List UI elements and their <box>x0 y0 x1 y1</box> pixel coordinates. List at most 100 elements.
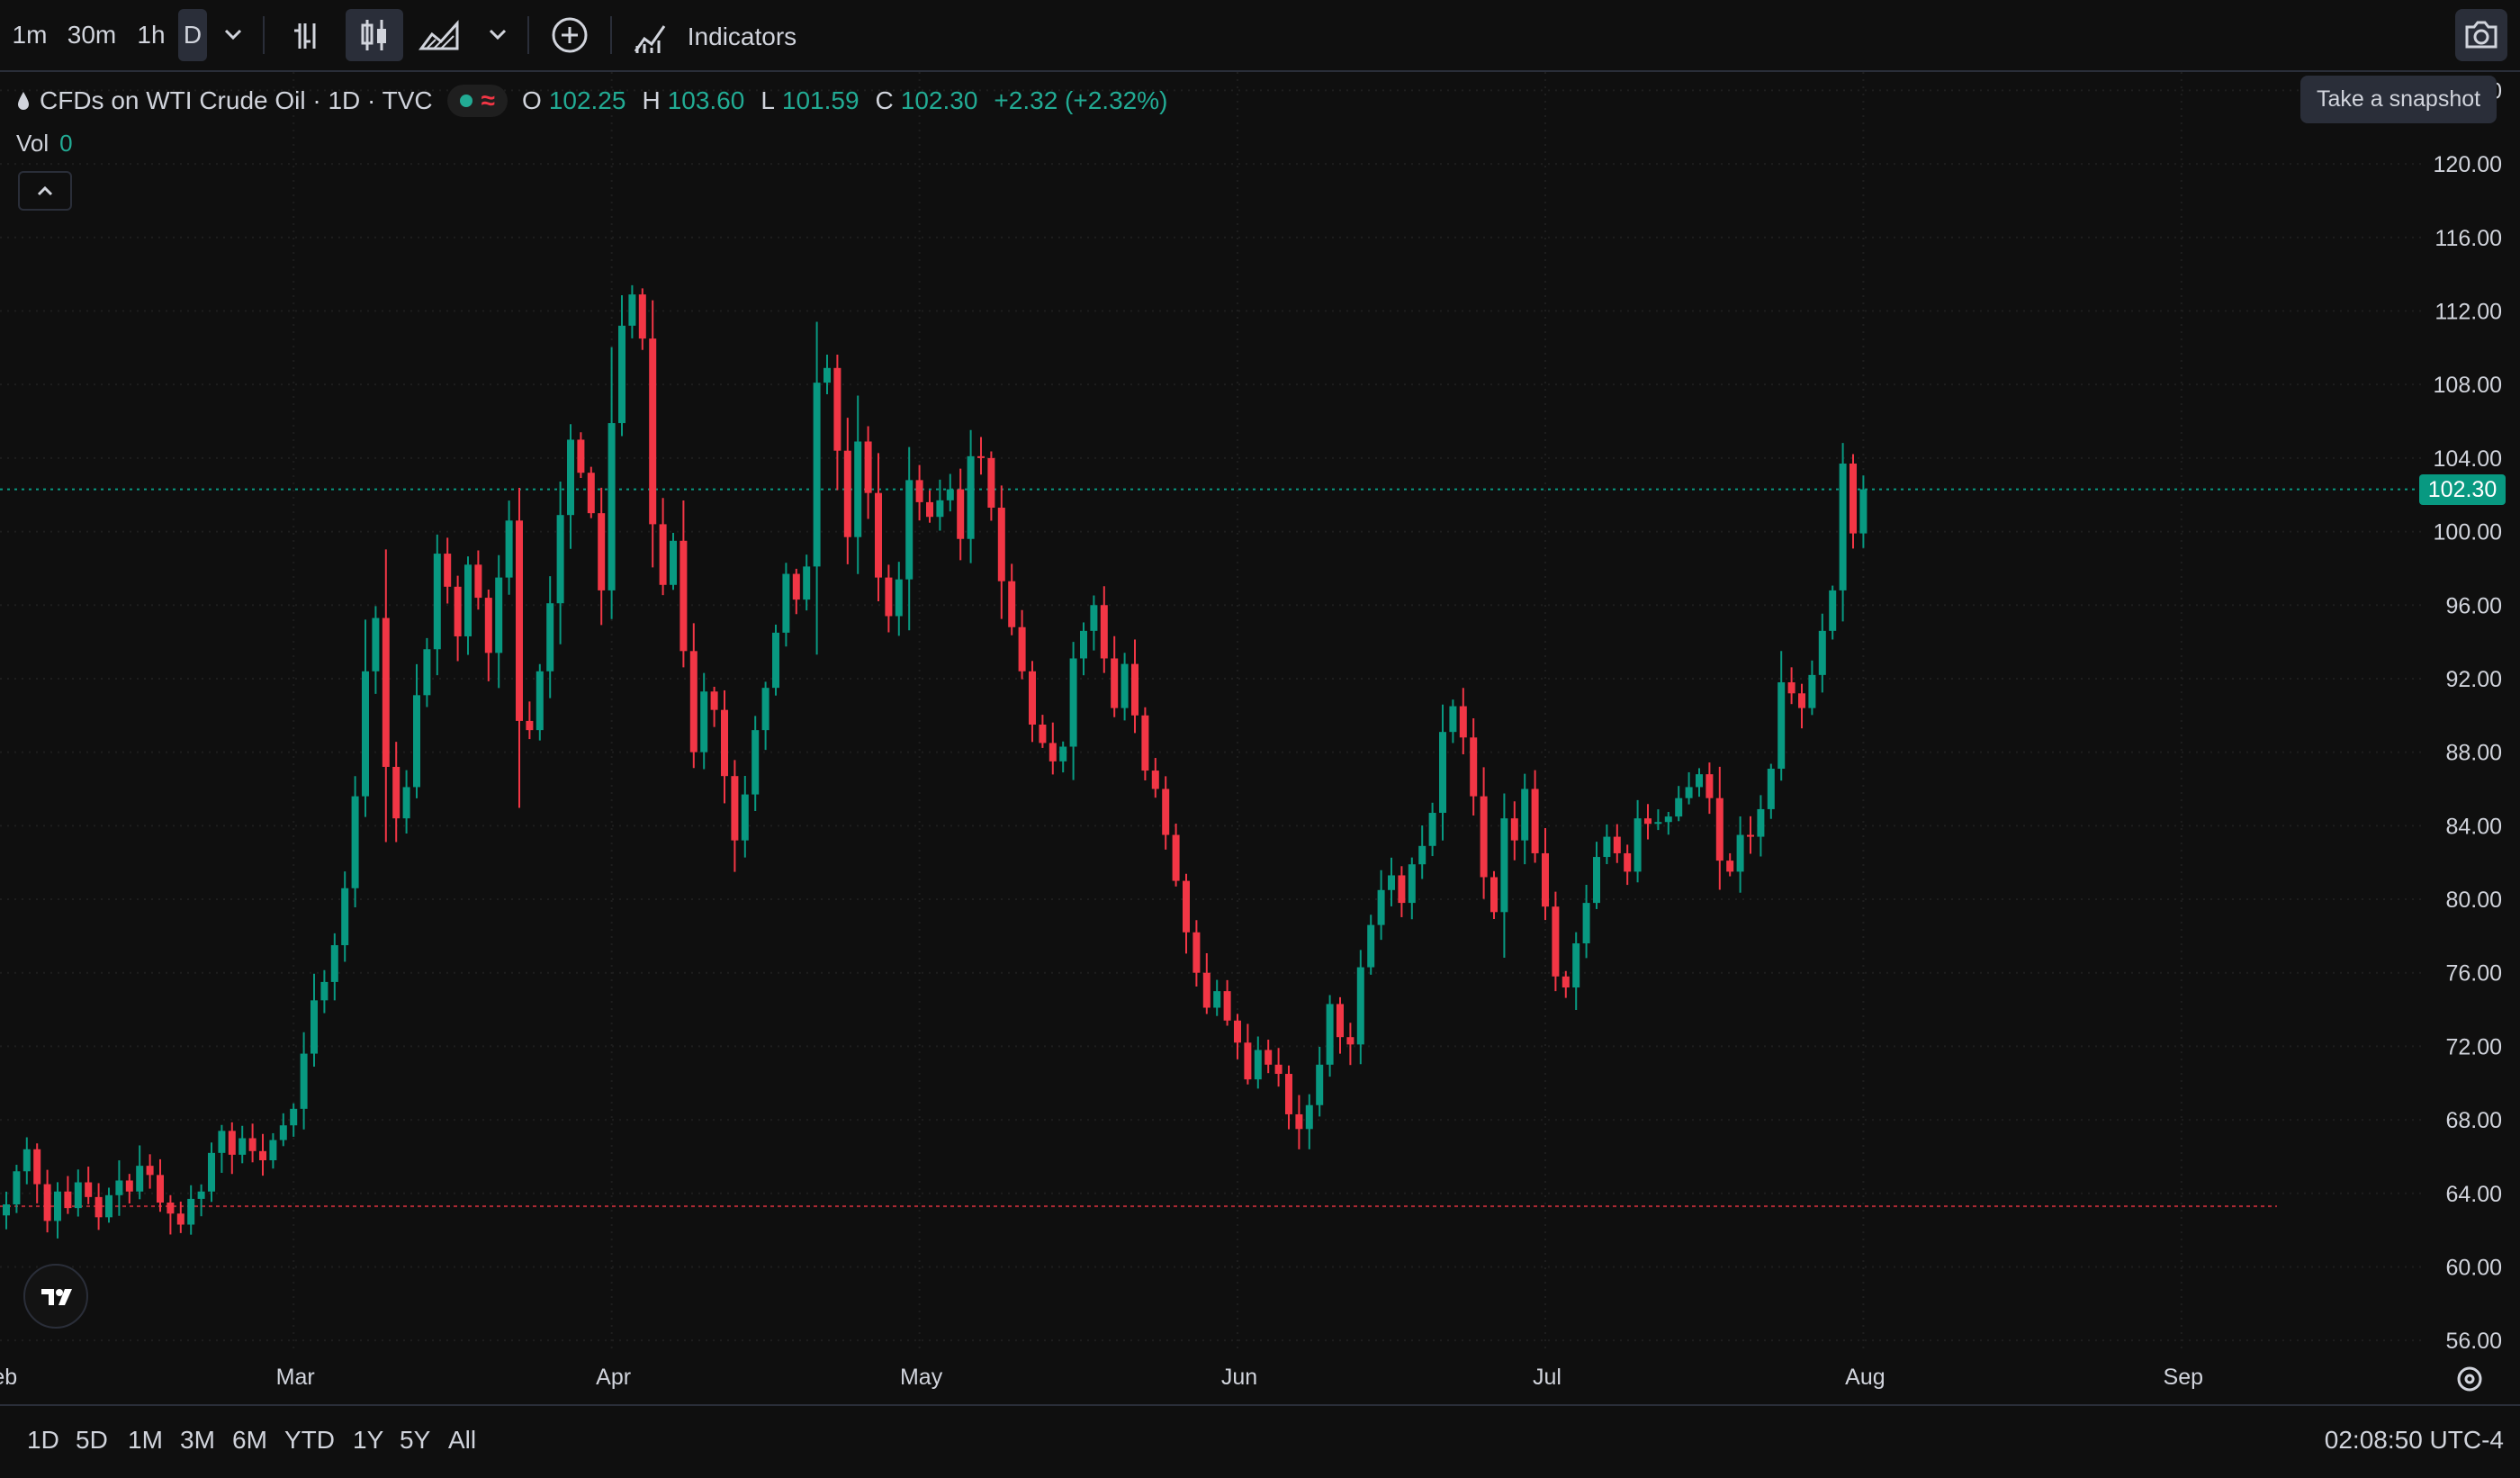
price-chart[interactable]: 124.00120.00116.00112.00108.00104.00100.… <box>0 72 2520 1404</box>
candle-up <box>670 540 677 585</box>
price-tick-label: 68.00 <box>2445 1108 2502 1133</box>
symbol-title[interactable]: CFDs on WTI Crude Oil · 1D · TVC <box>40 86 433 115</box>
close-value: 102.30 <box>900 86 978 114</box>
candle-down <box>1850 464 1857 534</box>
collapse-legend-button[interactable] <box>18 171 72 211</box>
range-5d-button[interactable]: 5D <box>76 1426 108 1455</box>
range-ytd-button[interactable]: YTD <box>284 1426 335 1455</box>
candle-up <box>197 1191 205 1199</box>
candle-up <box>1120 663 1129 708</box>
time-tick-label: Apr <box>596 1365 631 1390</box>
candle-down <box>680 540 688 652</box>
candle-up <box>300 1053 308 1109</box>
candle-down <box>1470 737 1478 797</box>
range-1d-button[interactable]: 1D <box>27 1426 59 1455</box>
candle-down <box>1295 1113 1303 1130</box>
candle-down <box>875 492 882 578</box>
candle-up <box>1418 845 1426 865</box>
candle-down <box>526 720 534 731</box>
time-tick-label: Jul <box>1533 1365 1562 1390</box>
price-tick-label: 116.00 <box>2434 226 2502 251</box>
interval-1h-button[interactable]: 1h <box>131 9 171 61</box>
add-compare-icon[interactable] <box>545 11 594 59</box>
candle-up <box>351 796 359 888</box>
candle-up <box>1664 816 1672 823</box>
candle-down <box>1562 976 1570 988</box>
price-axis: 124.00120.00116.00112.00108.00104.00100.… <box>2434 78 2502 1354</box>
range-5y-button[interactable]: 5Y <box>400 1426 430 1455</box>
candle-down <box>176 1213 184 1225</box>
toolbar-divider <box>527 16 529 54</box>
price-tick-label: 108.00 <box>2434 373 2502 398</box>
candle-up <box>1593 857 1600 904</box>
candle-up <box>1778 682 1786 770</box>
range-all-button[interactable]: All <box>448 1426 476 1455</box>
candle-up <box>1356 967 1364 1045</box>
market-status-pill[interactable]: ≈ <box>446 85 508 117</box>
bars-chart-type-icon[interactable] <box>283 11 331 59</box>
interval-1m-button[interactable]: 1m <box>9 9 50 61</box>
candle-up <box>1685 787 1693 798</box>
candle-down <box>1172 834 1180 881</box>
candle-down <box>125 1180 133 1192</box>
range-1y-button[interactable]: 1Y <box>353 1426 383 1455</box>
tradingview-logo[interactable] <box>23 1264 88 1329</box>
candle-down <box>1192 932 1201 973</box>
candle-down <box>484 598 492 653</box>
indicators-icon <box>634 24 666 53</box>
candle-down <box>1490 877 1498 913</box>
candle-down <box>454 586 462 636</box>
candle-down <box>248 1138 256 1151</box>
time-tick-label: Feb <box>0 1365 17 1390</box>
candle-up <box>1090 605 1098 631</box>
oil-drop-icon <box>18 92 29 110</box>
snapshot-button[interactable] <box>2455 9 2507 61</box>
volume-legend: Vol 0 <box>16 130 73 158</box>
candle-down <box>710 691 718 710</box>
interval-d-button[interactable]: D <box>178 9 207 61</box>
candle-down <box>157 1175 164 1203</box>
candle-up <box>1254 1050 1262 1080</box>
time-tick-label: Mar <box>276 1365 315 1390</box>
candles-group <box>3 284 1868 1239</box>
candle-up <box>1428 813 1436 846</box>
candle-up <box>505 520 513 578</box>
time-tick-label: Jun <box>1221 1365 1257 1390</box>
candle-up <box>1316 1064 1324 1105</box>
candle-down <box>1346 1037 1354 1045</box>
candle-up <box>1757 808 1765 837</box>
candles-chart-type-button[interactable] <box>346 9 403 61</box>
candle-down <box>915 480 923 502</box>
range-1m-button[interactable]: 1M <box>128 1426 163 1455</box>
clock-timezone[interactable]: 02:08:50 UTC-4 <box>2325 1426 2504 1455</box>
candle-up <box>813 383 821 567</box>
range-6m-button[interactable]: 6M <box>232 1426 267 1455</box>
candle-down <box>1336 1004 1344 1038</box>
candle-down <box>957 489 965 539</box>
candle-down <box>987 457 995 509</box>
candle-up <box>413 695 420 788</box>
candle-down <box>689 651 698 753</box>
price-tick-label: 60.00 <box>2445 1255 2502 1280</box>
interval-30m-button[interactable]: 30m <box>63 9 121 61</box>
candle-up <box>752 730 760 795</box>
price-tick-label: 112.00 <box>2434 299 2502 324</box>
volume-value: 0 <box>59 130 73 157</box>
candle-down <box>1029 671 1036 725</box>
high-label: H <box>642 86 661 114</box>
candle-down <box>577 439 585 473</box>
price-tick-label: 76.00 <box>2445 961 2502 987</box>
candle-down <box>997 508 1005 581</box>
range-3m-button[interactable]: 3M <box>180 1426 215 1455</box>
candle-down <box>1787 682 1796 694</box>
chevron-down-icon[interactable] <box>477 11 518 59</box>
area-chart-icon[interactable] <box>416 11 464 59</box>
chevron-down-icon[interactable] <box>212 11 254 59</box>
settings-gear-icon[interactable] <box>2453 1363 2486 1395</box>
indicators-button[interactable]: Indicators <box>630 9 810 61</box>
candle-up <box>3 1204 10 1216</box>
candle-down <box>1183 880 1190 933</box>
candle-up <box>1582 903 1590 944</box>
candle-down <box>259 1150 266 1161</box>
price-tick-label: 56.00 <box>2445 1329 2502 1354</box>
